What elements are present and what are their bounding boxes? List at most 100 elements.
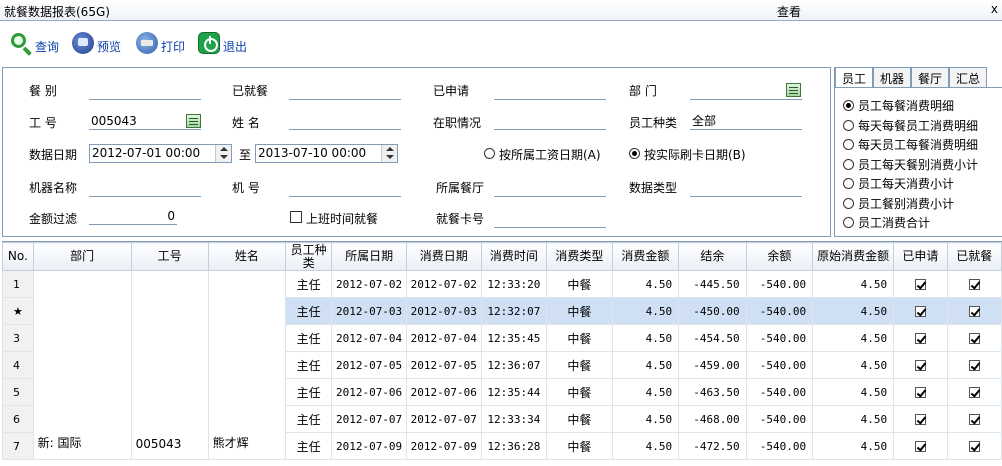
column-header[interactable]: 已申请 [893, 242, 948, 271]
amount-filter-field[interactable]: 0 [89, 207, 177, 225]
applied-field[interactable] [494, 82, 606, 100]
row-number[interactable]: ★ [2, 297, 34, 325]
ate-cell[interactable] [946, 270, 1002, 298]
emp-no-cell[interactable]: 005043 [130, 270, 209, 460]
date-to-spinner[interactable] [381, 145, 397, 162]
report-option-radio[interactable] [843, 100, 854, 111]
meal-type-cell[interactable]: 中餐 [546, 432, 613, 460]
emp-type-cell[interactable]: 主任 [285, 270, 333, 298]
orig-amount-cell[interactable]: 4.50 [812, 270, 895, 298]
view-menu[interactable]: 查看 [777, 3, 801, 20]
dept-cell[interactable]: 新: 国际 [32, 270, 132, 460]
row-number[interactable]: 1 [2, 270, 34, 298]
ate-checkbox[interactable] [968, 279, 980, 290]
consume-time-cell[interactable]: 12:33:34 [480, 405, 548, 433]
dept-picker-icon[interactable] [786, 83, 801, 97]
name-cell[interactable]: 熊才辉 [207, 270, 287, 460]
report-option[interactable]: 每天每餐员工消费明细 [843, 117, 978, 134]
meal-type-field[interactable] [89, 82, 201, 100]
applied-checkbox[interactable] [914, 441, 926, 452]
consume-date-cell[interactable]: 2012-07-06 [405, 378, 482, 406]
ate-checkbox[interactable] [968, 333, 980, 344]
emp-no-field[interactable]: 005043 [89, 112, 201, 130]
data-grid[interactable]: No. 部门 工号 姓名 员工种类 所属日期 消费日期 消费时间 消费类型 消费金额 结余 余额 原始消… [2, 241, 1002, 466]
orig-amount-cell[interactable]: 4.50 [812, 378, 895, 406]
meal-type-cell[interactable]: 中餐 [546, 405, 613, 433]
consume-time-cell[interactable]: 12:36:07 [480, 351, 548, 379]
canteen-field[interactable] [494, 179, 606, 197]
meal-type-cell[interactable]: 中餐 [546, 270, 613, 298]
machine-name-field[interactable] [89, 179, 201, 197]
report-option-radio[interactable] [843, 119, 854, 131]
consume-date-cell[interactable]: 2012-07-07 [405, 405, 482, 433]
belong-date-cell[interactable]: 2012-07-07 [331, 405, 407, 433]
applied-checkbox[interactable] [914, 279, 926, 290]
applied-checkbox[interactable] [914, 387, 926, 398]
amount-cell[interactable]: 4.50 [611, 351, 680, 379]
report-option[interactable]: 员工每天消费小计 [843, 175, 954, 192]
payroll-date-radio[interactable] [484, 148, 495, 159]
belong-date-cell[interactable]: 2012-07-05 [331, 351, 407, 379]
column-header[interactable]: 姓名 [207, 242, 287, 271]
preview-button[interactable]: 预览 [72, 30, 121, 56]
column-header[interactable]: No. [2, 242, 34, 271]
row-number[interactable]: 6 [2, 405, 34, 433]
orig-amount-cell[interactable]: 4.50 [812, 351, 895, 379]
column-header[interactable]: 结余 [678, 242, 747, 271]
balance-cell[interactable]: -450.00 [678, 297, 747, 325]
date-from-field[interactable]: 2012-07-01 00:00 [89, 144, 232, 163]
ate-cell[interactable] [946, 432, 1002, 460]
emp-type-cell[interactable]: 主任 [285, 297, 333, 325]
remain-cell[interactable]: -540.00 [745, 297, 814, 325]
remain-cell[interactable]: -540.00 [745, 405, 814, 433]
query-button[interactable]: 查询 [10, 30, 59, 56]
applied-cell[interactable] [893, 297, 948, 325]
machine-no-field[interactable] [289, 179, 401, 197]
consume-time-cell[interactable]: 12:33:20 [480, 270, 548, 298]
ate-checkbox[interactable] [968, 441, 980, 452]
date-to-field[interactable]: 2013-07-10 00:00 [255, 144, 398, 163]
amount-cell[interactable]: 4.50 [611, 378, 680, 406]
column-header[interactable]: 员工种类 [285, 242, 333, 271]
actual-date-label[interactable]: 按实际刷卡日期(B) [644, 146, 746, 163]
emp-type-cell[interactable]: 主任 [285, 324, 333, 352]
column-header[interactable]: 所属日期 [331, 242, 407, 271]
belong-date-cell[interactable]: 2012-07-04 [331, 324, 407, 352]
consume-time-cell[interactable]: 12:35:45 [480, 324, 548, 352]
emp-type-cell[interactable]: 主任 [285, 351, 333, 379]
tab-summary[interactable]: 汇总 [949, 67, 988, 87]
column-header[interactable]: 消费时间 [480, 242, 548, 271]
ate-checkbox[interactable] [968, 360, 980, 371]
applied-checkbox[interactable] [914, 414, 926, 425]
row-number[interactable]: 3 [2, 324, 34, 352]
column-header[interactable]: 消费金额 [611, 242, 680, 271]
report-option-radio[interactable] [843, 197, 854, 209]
column-header[interactable]: 原始消费金额 [812, 242, 895, 271]
ate-cell[interactable] [946, 324, 1002, 352]
report-option-radio[interactable] [843, 217, 854, 228]
meal-type-cell[interactable]: 中餐 [546, 324, 613, 352]
tab-machine[interactable]: 机器 [873, 67, 912, 87]
applied-cell[interactable] [893, 378, 948, 406]
remain-cell[interactable]: -540.00 [745, 378, 814, 406]
emp-type-cell[interactable]: 主任 [285, 405, 333, 433]
orig-amount-cell[interactable]: 4.50 [812, 405, 895, 433]
balance-cell[interactable]: -459.00 [678, 351, 747, 379]
balance-cell[interactable]: -445.50 [678, 270, 747, 298]
meal-type-cell[interactable]: 中餐 [546, 351, 613, 379]
consume-time-cell[interactable]: 12:36:28 [480, 432, 548, 460]
applied-cell[interactable] [893, 270, 948, 298]
applied-checkbox[interactable] [914, 360, 926, 371]
payroll-date-label[interactable]: 按所属工资日期(A) [499, 146, 601, 163]
orig-amount-cell[interactable]: 4.50 [812, 324, 895, 352]
tab-canteen[interactable]: 餐厅 [911, 67, 950, 87]
orig-amount-cell[interactable]: 4.50 [812, 432, 895, 460]
ate-checkbox[interactable] [968, 414, 980, 425]
ate-checkbox[interactable] [968, 306, 980, 317]
date-from-spinner[interactable] [215, 145, 231, 162]
remain-cell[interactable]: -540.00 [745, 351, 814, 379]
column-header[interactable]: 消费类型 [546, 242, 613, 271]
applied-cell[interactable] [893, 405, 948, 433]
report-option[interactable]: 员工每天餐别消费小计 [843, 156, 978, 173]
remain-cell[interactable]: -540.00 [745, 270, 814, 298]
